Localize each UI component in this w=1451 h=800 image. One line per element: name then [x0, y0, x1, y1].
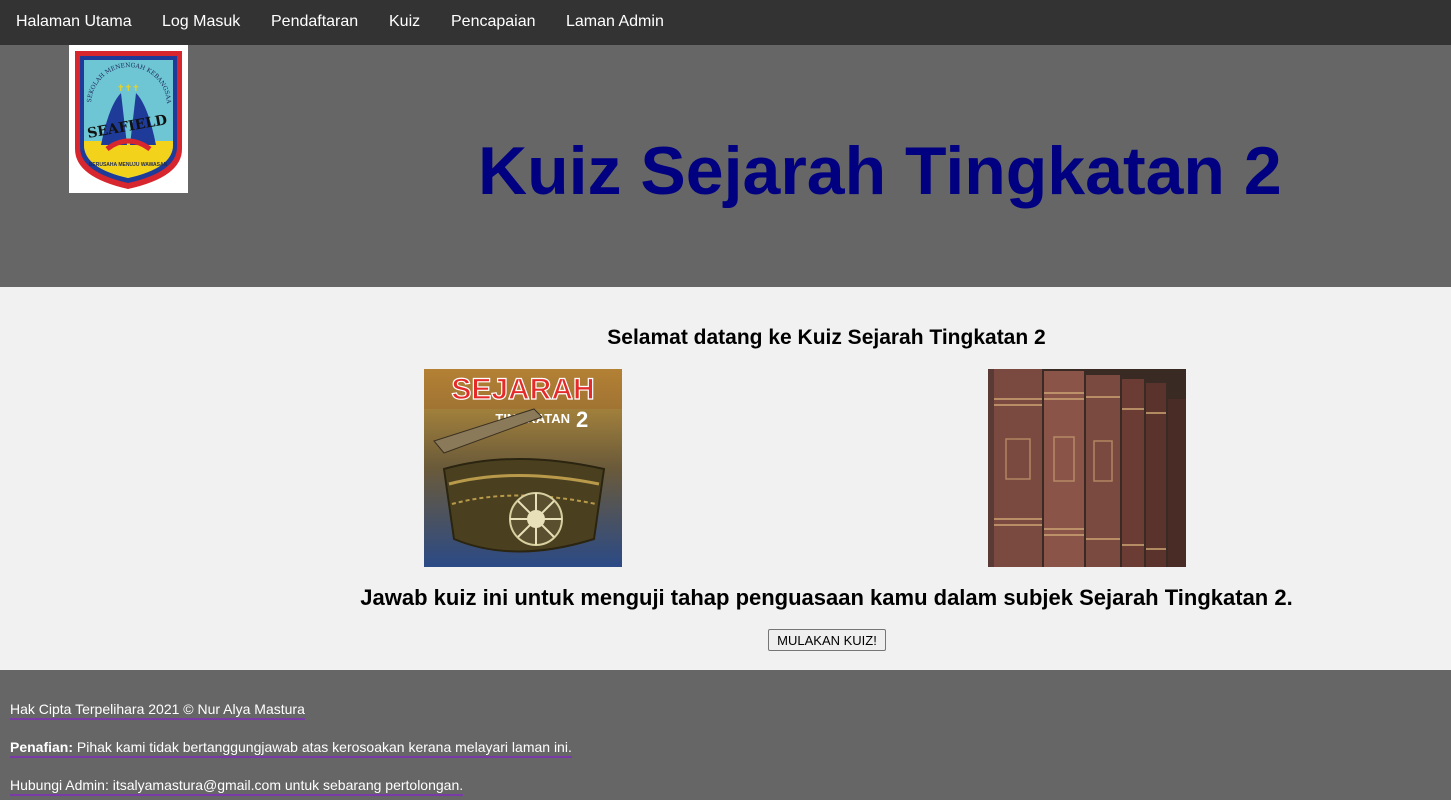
school-logo: SEKOLAH MENENGAH KEBANGSAAN ✝✝✝ SEAFIELD…	[66, 40, 188, 193]
disclaimer-text: Pihak kami tidak bertanggungjawab atas k…	[73, 739, 572, 755]
nav-item-pencapaian[interactable]: Pencapaian	[451, 0, 536, 45]
nav-item-log-masuk[interactable]: Log Masuk	[162, 0, 240, 45]
copyright-link[interactable]: Hak Cipta Terpelihara 2021 © Nur Alya Ma…	[10, 700, 305, 720]
nav-item-laman-admin[interactable]: Laman Admin	[566, 0, 664, 45]
disclaimer-link[interactable]: Penafian: Pihak kami tidak bertanggungja…	[10, 738, 572, 758]
welcome-heading: Selamat datang ke Kuiz Sejarah Tingkatan…	[607, 326, 1046, 349]
quiz-description: Jawab kuiz ini untuk menguji tahap pengu…	[360, 585, 1293, 610]
nav-item-kuiz[interactable]: Kuiz	[389, 0, 420, 45]
svg-text:2: 2	[576, 407, 588, 432]
old-books-image	[988, 369, 1186, 567]
page-title: Kuiz Sejarah Tingkatan 2	[478, 133, 1282, 209]
start-quiz-button[interactable]: MULAKAN KUIZ!	[768, 629, 886, 651]
footer: Hak Cipta Terpelihara 2021 © Nur Alya Ma…	[0, 670, 1451, 800]
svg-text:SEJARAH: SEJARAH	[451, 373, 594, 406]
disclaimer-label: Penafian:	[10, 739, 74, 755]
svg-text:✝✝✝: ✝✝✝	[117, 83, 140, 93]
nav-item-halaman-utama[interactable]: Halaman Utama	[16, 0, 132, 45]
nav-item-pendaftaran[interactable]: Pendaftaran	[271, 0, 358, 45]
top-nav: Halaman Utama Log Masuk Pendaftaran Kuiz…	[0, 0, 1451, 45]
main-content: Selamat datang ke Kuiz Sejarah Tingkatan…	[0, 287, 1451, 670]
sejarah-textbook-image: SEJARAH TINGKATAN 2	[424, 369, 622, 567]
svg-text:BERUSAHA MENUJU WAWASAN: BERUSAHA MENUJU WAWASAN	[89, 162, 168, 168]
header-banner: SEKOLAH MENENGAH KEBANGSAAN ✝✝✝ SEAFIELD…	[0, 40, 1451, 287]
contact-admin-link[interactable]: Hubungi Admin: itsalyamastura@gmail.com …	[10, 776, 464, 796]
